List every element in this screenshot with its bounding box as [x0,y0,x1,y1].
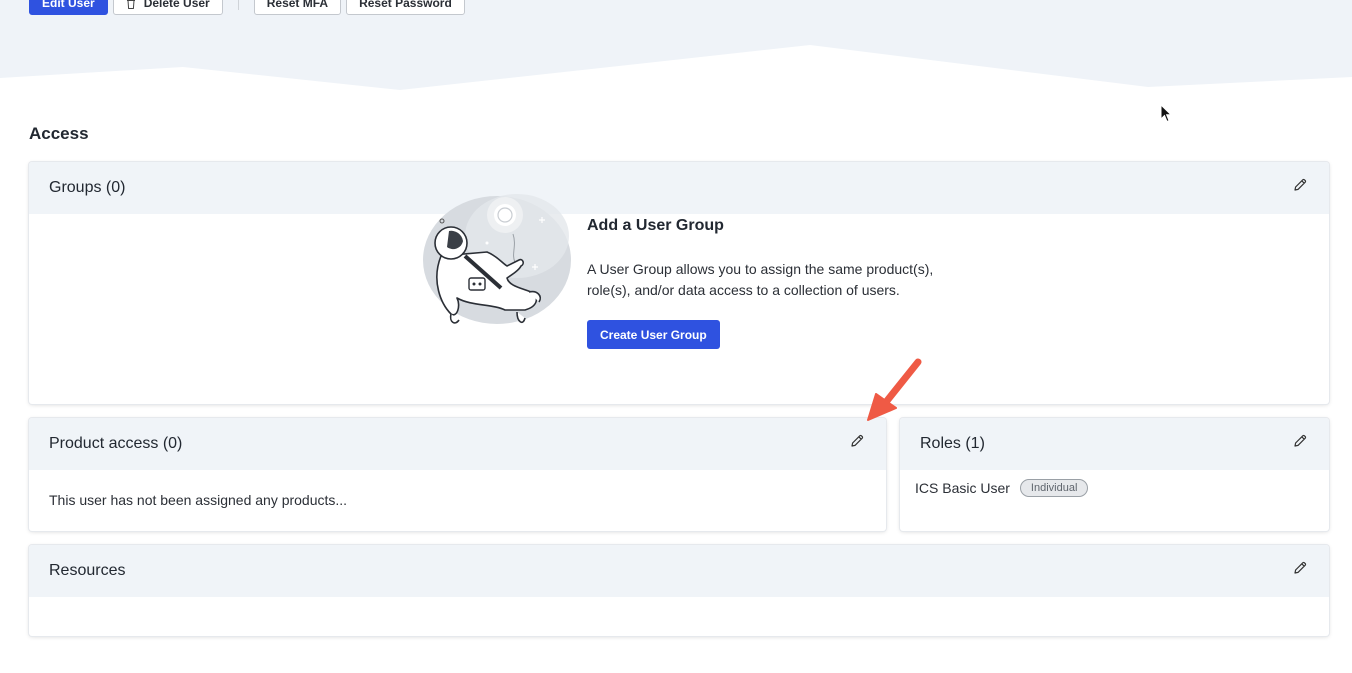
add-user-group-description: A User Group allows you to assign the sa… [587,259,947,301]
resources-card: Resources [29,545,1329,636]
reset-password-button[interactable]: Reset Password [346,0,465,15]
add-user-group-title: Add a User Group [587,217,724,234]
create-user-group-button[interactable]: Create User Group [587,320,720,349]
description-line-2: role(s), and/or data access to a collect… [587,282,900,298]
access-section-title: Access [29,124,89,143]
roles-card-header: Roles (1) [900,418,1329,470]
product-access-card: Product access (0) This user has not bee… [29,418,886,531]
pencil-icon [1294,178,1307,191]
trash-icon [126,0,136,9]
pencil-icon [1294,434,1307,447]
product-access-card-header: Product access (0) [29,418,886,470]
reset-password-label: Reset Password [359,0,452,10]
role-row: ICS Basic User Individual [915,479,1089,497]
role-name: ICS Basic User [915,480,1010,496]
description-line-1: A User Group allows you to assign the sa… [587,261,934,277]
edit-user-label: Edit User [42,0,95,10]
roles-edit-button[interactable] [1291,432,1309,450]
pencil-icon [851,434,864,447]
page-header-band: Edit User Delete User Reset MFA Reset Pa… [0,0,1352,95]
astronaut-illustration [423,194,571,324]
product-access-edit-button[interactable] [848,432,866,450]
product-access-empty-text: This user has not been assigned any prod… [49,492,348,508]
roles-card: Roles (1) ICS Basic User Individual [900,418,1329,531]
resources-card-header: Resources [29,545,1329,597]
toolbar-divider [237,0,239,10]
resources-title: Resources [49,562,126,579]
product-access-title: Product access (0) [49,435,183,452]
user-toolbar: Edit User Delete User Reset MFA Reset Pa… [29,0,465,15]
edit-user-button[interactable]: Edit User [29,0,108,15]
pencil-icon [1294,561,1307,574]
roles-title: Roles (1) [920,435,985,452]
role-type-badge: Individual [1019,479,1089,497]
delete-user-label: Delete User [143,0,210,10]
groups-empty-state: Add a User Group A User Group allows you… [421,186,981,349]
arrow-annotation-icon [867,358,922,421]
reset-mfa-button[interactable]: Reset MFA [253,0,342,15]
mouse-pointer-icon [1160,104,1172,123]
reset-mfa-label: Reset MFA [266,0,329,10]
groups-edit-button[interactable] [1291,176,1309,194]
delete-user-button[interactable]: Delete User [112,0,223,15]
groups-card: Groups (0) Add a User Group A User Group… [29,162,1329,404]
groups-title: Groups (0) [49,179,126,196]
resources-edit-button[interactable] [1291,559,1309,577]
